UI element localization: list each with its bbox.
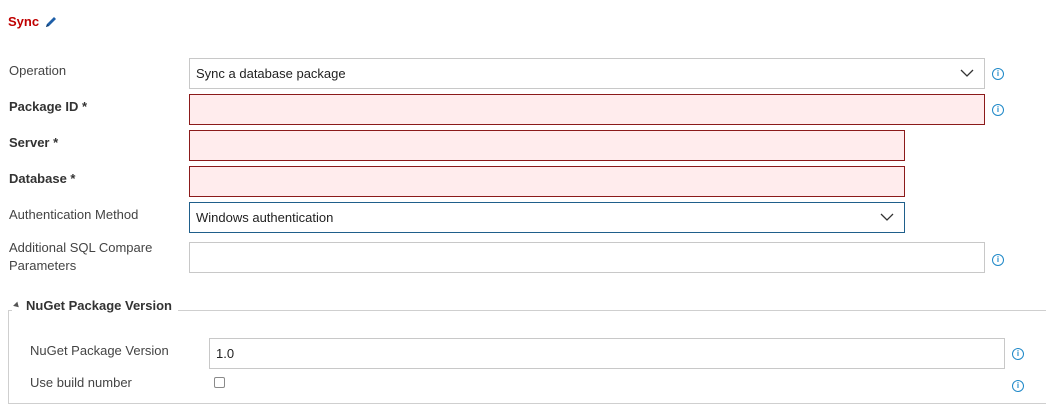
additional-params-label-line1: Additional SQL Compare	[9, 240, 153, 255]
info-icon[interactable]: i	[1012, 380, 1024, 392]
package-id-input[interactable]	[189, 94, 985, 125]
info-icon[interactable]: i	[992, 254, 1004, 266]
operation-label: Operation	[9, 63, 67, 78]
nuget-version-label: NuGet Package Version	[30, 343, 169, 358]
additional-params-input[interactable]	[189, 242, 985, 273]
auth-method-value: Windows authentication	[196, 210, 334, 225]
use-build-number-label: Use build number	[30, 375, 132, 390]
chevron-down-icon	[960, 69, 974, 77]
auth-method-label: Authentication Method	[9, 207, 139, 222]
chevron-down-icon	[880, 213, 894, 221]
info-icon[interactable]: i	[1012, 348, 1024, 360]
nuget-group-title: NuGet Package Version	[26, 298, 172, 313]
page-title: Sync	[8, 14, 40, 29]
nuget-version-value: 1.0	[216, 346, 235, 361]
additional-params-label: Additional SQL Compare Parameters	[9, 239, 152, 275]
pencil-icon[interactable]	[44, 15, 58, 29]
auth-method-select[interactable]: Windows authentication	[189, 202, 905, 233]
database-input[interactable]	[189, 166, 905, 197]
database-label: Database *	[9, 171, 76, 186]
info-icon[interactable]: i	[992, 68, 1004, 80]
operation-value: Sync a database package	[196, 66, 346, 81]
use-build-number-checkbox[interactable]	[214, 377, 225, 388]
collapse-triangle-icon[interactable]	[13, 301, 21, 310]
section-title: Sync	[8, 14, 58, 29]
nuget-group-legend[interactable]: NuGet Package Version	[12, 298, 178, 313]
additional-params-label-line2: Parameters	[9, 258, 77, 273]
server-input[interactable]	[189, 130, 905, 161]
nuget-version-input[interactable]: 1.0	[209, 338, 1005, 369]
operation-select[interactable]: Sync a database package	[189, 58, 985, 89]
info-icon[interactable]: i	[992, 104, 1004, 116]
package-id-label: Package ID *	[9, 99, 88, 114]
server-label: Server *	[9, 135, 59, 150]
